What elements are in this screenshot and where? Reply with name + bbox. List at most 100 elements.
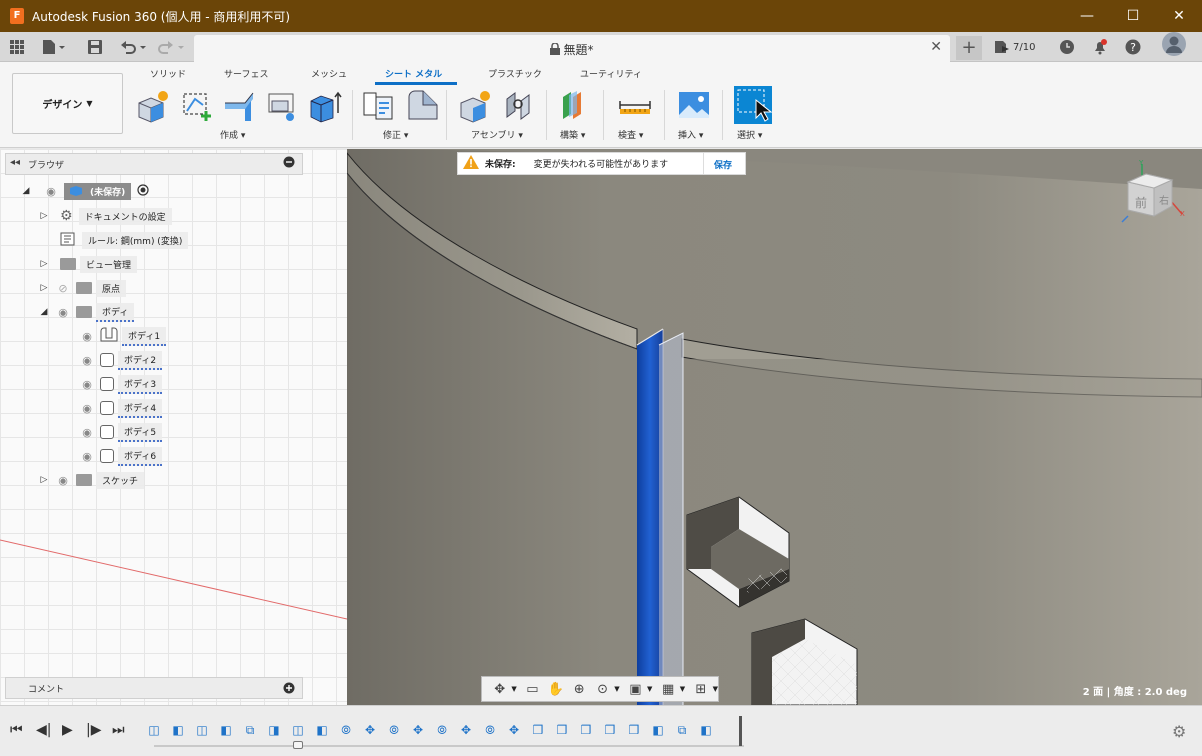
new-tab-button[interactable]: +	[956, 36, 982, 60]
new-component-assembly-icon[interactable]	[459, 89, 493, 123]
timeline-feature-icon[interactable]: ✥	[410, 722, 426, 738]
clock-icon[interactable]	[1059, 38, 1075, 56]
activate-radio-icon[interactable]	[137, 183, 149, 199]
step-forward-icon[interactable]: |▶	[86, 722, 101, 738]
timeline-feature-icon[interactable]: ❒	[626, 722, 642, 738]
tree-root[interactable]: ◢ ◉ (未保存)	[20, 181, 149, 201]
visibility-eye-icon[interactable]: ◉	[78, 330, 96, 343]
insert-group-menu[interactable]: 挿入 ▾	[678, 128, 703, 141]
construct-group-menu[interactable]: 構築 ▾	[560, 128, 585, 141]
timeline-feature-icon[interactable]: ✥	[506, 722, 522, 738]
tree-item-body6[interactable]: ◉ ボディ6	[78, 446, 163, 466]
visibility-eye-icon[interactable]: ◉	[78, 378, 96, 391]
refold-icon[interactable]	[405, 89, 439, 123]
tree-item-body2[interactable]: ◉ ボディ2	[78, 350, 163, 370]
timeline-feature-icon[interactable]: ✥	[458, 722, 474, 738]
measure-icon[interactable]	[618, 89, 652, 123]
timeline-feature-icon[interactable]: ◧	[170, 722, 186, 738]
timeline-feature-icon[interactable]: ◨	[266, 722, 282, 738]
close-tab-icon[interactable]: ✕	[930, 39, 942, 55]
select-icon[interactable]	[734, 86, 772, 124]
tab-solid[interactable]: ソリッド	[150, 67, 186, 80]
minimize-button[interactable]: —	[1064, 0, 1110, 32]
close-button[interactable]: ✕	[1156, 0, 1202, 32]
timeline-feature-icon[interactable]: ❒	[602, 722, 618, 738]
visibility-eye-icon[interactable]: ◉	[54, 474, 72, 487]
chevron-down-icon[interactable]: ▼	[647, 685, 652, 693]
help-icon[interactable]: ?	[1125, 38, 1141, 56]
timeline-feature-icon[interactable]: ❒	[530, 722, 546, 738]
visibility-eye-icon[interactable]: ◉	[78, 450, 96, 463]
app-grid-icon[interactable]	[10, 38, 24, 56]
document-tab[interactable]: 無題* ✕	[194, 35, 950, 62]
save-icon[interactable]	[88, 38, 102, 56]
timeline-feature-icon[interactable]: ◫	[194, 722, 210, 738]
collapse-arrow-icon[interactable]: ◢	[38, 307, 50, 317]
insert-image-icon[interactable]	[677, 89, 711, 123]
timeline-feature-icon[interactable]: ◧	[698, 722, 714, 738]
go-to-end-icon[interactable]: ⏭	[112, 722, 125, 738]
expand-arrow-icon[interactable]: ▷	[38, 211, 50, 221]
timeline-feature-icon[interactable]: ◧	[650, 722, 666, 738]
timeline-feature-icon[interactable]: ❒	[578, 722, 594, 738]
tab-plastic[interactable]: プラスチック	[488, 67, 542, 80]
extrude-icon[interactable]	[308, 89, 342, 123]
go-to-start-icon[interactable]: ⏮	[10, 722, 23, 738]
minimize-panel-icon[interactable]	[283, 156, 295, 171]
timeline-feature-icon[interactable]: ⦾	[386, 722, 402, 738]
pan-hand-icon[interactable]: ✋	[544, 682, 567, 697]
timeline-feature-icon[interactable]: ◧	[218, 722, 234, 738]
3d-viewport[interactable]	[347, 149, 1202, 705]
orbit-icon[interactable]: ✥	[488, 682, 511, 697]
tab-sheet-metal[interactable]: シート メタル	[385, 67, 442, 80]
play-icon[interactable]: ▶	[62, 722, 73, 738]
collapse-panel-icon[interactable]: ◂◂	[10, 157, 20, 168]
expand-arrow-icon[interactable]: ▷	[38, 475, 50, 485]
chevron-down-icon[interactable]: ▼	[680, 685, 685, 693]
expand-arrow-icon[interactable]: ▷	[38, 259, 50, 269]
fit-zoom-icon[interactable]: ⊙	[591, 682, 614, 697]
viewports-icon[interactable]: ⊞	[689, 682, 712, 697]
file-menu-icon[interactable]	[42, 38, 66, 56]
tab-surface[interactable]: サーフェス	[224, 67, 268, 80]
timeline-feature-icon[interactable]: ⧉	[242, 722, 258, 738]
undo-icon[interactable]	[120, 38, 150, 56]
timeline-scroll-handle[interactable]	[293, 741, 303, 749]
visibility-eye-icon[interactable]: ◉	[78, 354, 96, 367]
flange-icon[interactable]	[223, 89, 257, 123]
unfold-icon[interactable]	[362, 89, 396, 123]
tree-item-body3[interactable]: ◉ ボディ3	[78, 374, 163, 394]
tree-item-body4[interactable]: ◉ ボディ4	[78, 398, 163, 418]
zoom-icon[interactable]: ⊕	[568, 682, 591, 697]
inspect-group-menu[interactable]: 検査 ▾	[618, 128, 643, 141]
hidden-eye-icon[interactable]: ⊘	[54, 282, 72, 295]
timeline-feature-icon[interactable]: ◫	[290, 722, 306, 738]
visibility-eye-icon[interactable]: ◉	[54, 306, 72, 319]
display-settings-icon[interactable]: ▣	[624, 682, 647, 697]
tree-item-named-views[interactable]: ▷ ビュー管理	[38, 254, 138, 274]
convert-to-sheet-metal-icon[interactable]	[266, 89, 300, 123]
workspace-dropdown[interactable]: デザイン ▼	[12, 73, 123, 134]
save-link[interactable]: 保存	[714, 158, 732, 171]
chevron-down-icon[interactable]: ▼	[614, 685, 619, 693]
tree-item-sketches[interactable]: ▷ ◉ スケッチ	[38, 470, 145, 490]
new-component-icon[interactable]	[137, 89, 171, 123]
tab-mesh[interactable]: メッシュ	[311, 67, 347, 80]
step-back-icon[interactable]: ◀|	[36, 722, 51, 738]
timeline-feature-icon[interactable]: ⦾	[434, 722, 450, 738]
tree-item-origin[interactable]: ▷ ⊘ 原点	[38, 278, 127, 298]
redo-icon[interactable]	[158, 38, 188, 56]
user-avatar[interactable]	[1162, 32, 1186, 56]
modify-group-menu[interactable]: 修正 ▾	[383, 128, 408, 141]
visibility-eye-icon[interactable]: ◉	[78, 402, 96, 415]
view-cube[interactable]: Y X 前 右	[1120, 159, 1190, 230]
tree-item-document-settings[interactable]: ▷ ⚙ ドキュメントの設定	[38, 206, 172, 226]
tab-utility[interactable]: ユーティリティ	[580, 67, 642, 80]
visibility-eye-icon[interactable]: ◉	[78, 426, 96, 439]
expand-arrow-icon[interactable]: ▷	[38, 283, 50, 293]
view-cube-right-label[interactable]: 右	[1159, 194, 1169, 207]
visibility-eye-icon[interactable]: ◉	[42, 185, 60, 198]
offset-plane-icon[interactable]	[559, 89, 593, 123]
timeline-feature-icon[interactable]: ⦾	[482, 722, 498, 738]
notification-bell-icon[interactable]	[1092, 38, 1108, 56]
